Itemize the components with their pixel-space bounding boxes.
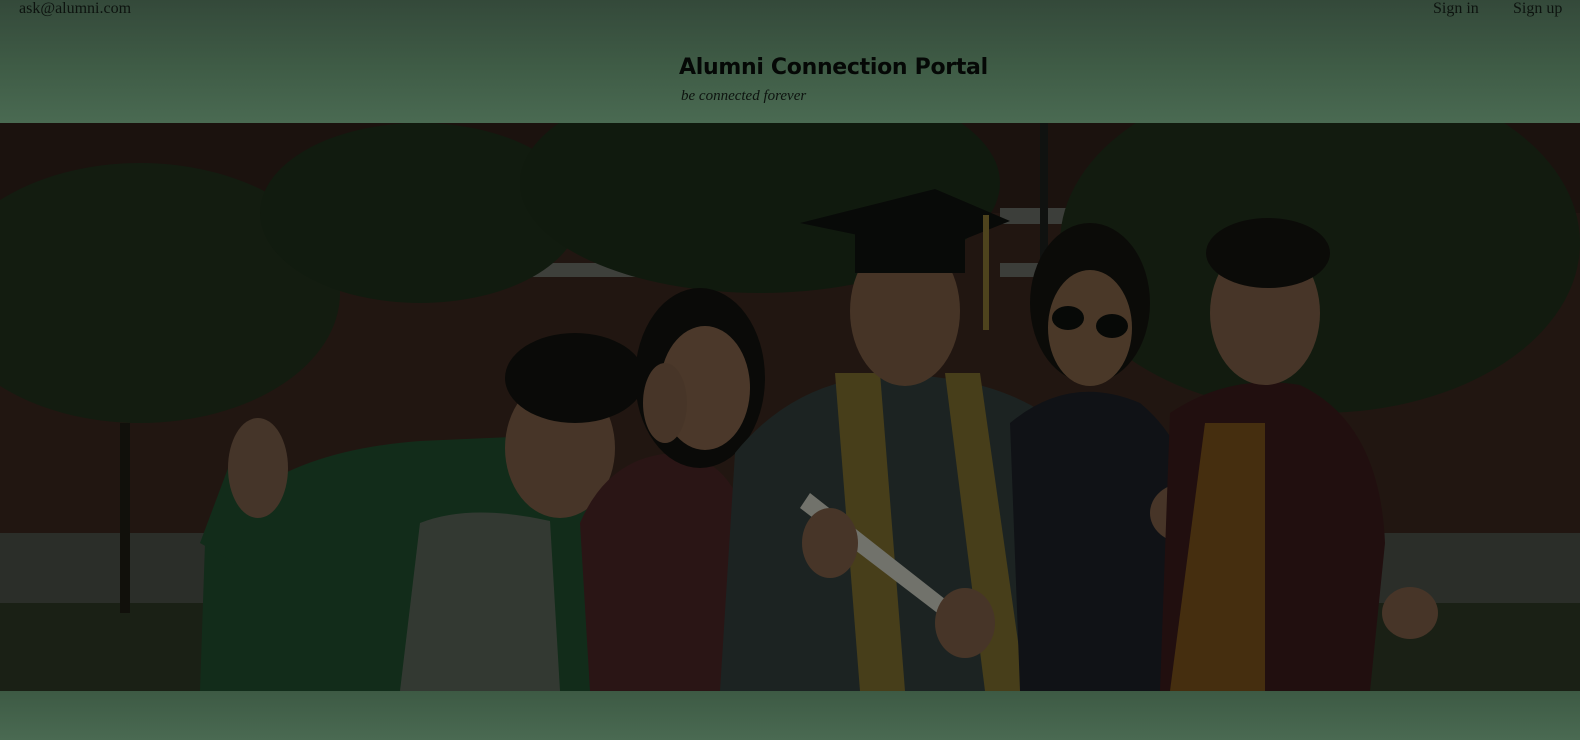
footer-band: [0, 691, 1580, 740]
page: ask@alumni.com Sign in Sign up Alumni Co…: [0, 0, 1580, 740]
top-header: ask@alumni.com Sign in Sign up Alumni Co…: [0, 0, 1580, 123]
hero-graduates-photo: [0, 123, 1580, 691]
brand-title: Alumni Connection Portal: [679, 55, 988, 80]
brand-tagline: be connected forever: [681, 88, 807, 104]
sign-in-link[interactable]: Sign in: [1433, 0, 1479, 18]
hero-image: [0, 123, 1580, 691]
sign-up-link[interactable]: Sign up: [1513, 0, 1562, 18]
contact-email[interactable]: ask@alumni.com: [19, 0, 131, 18]
